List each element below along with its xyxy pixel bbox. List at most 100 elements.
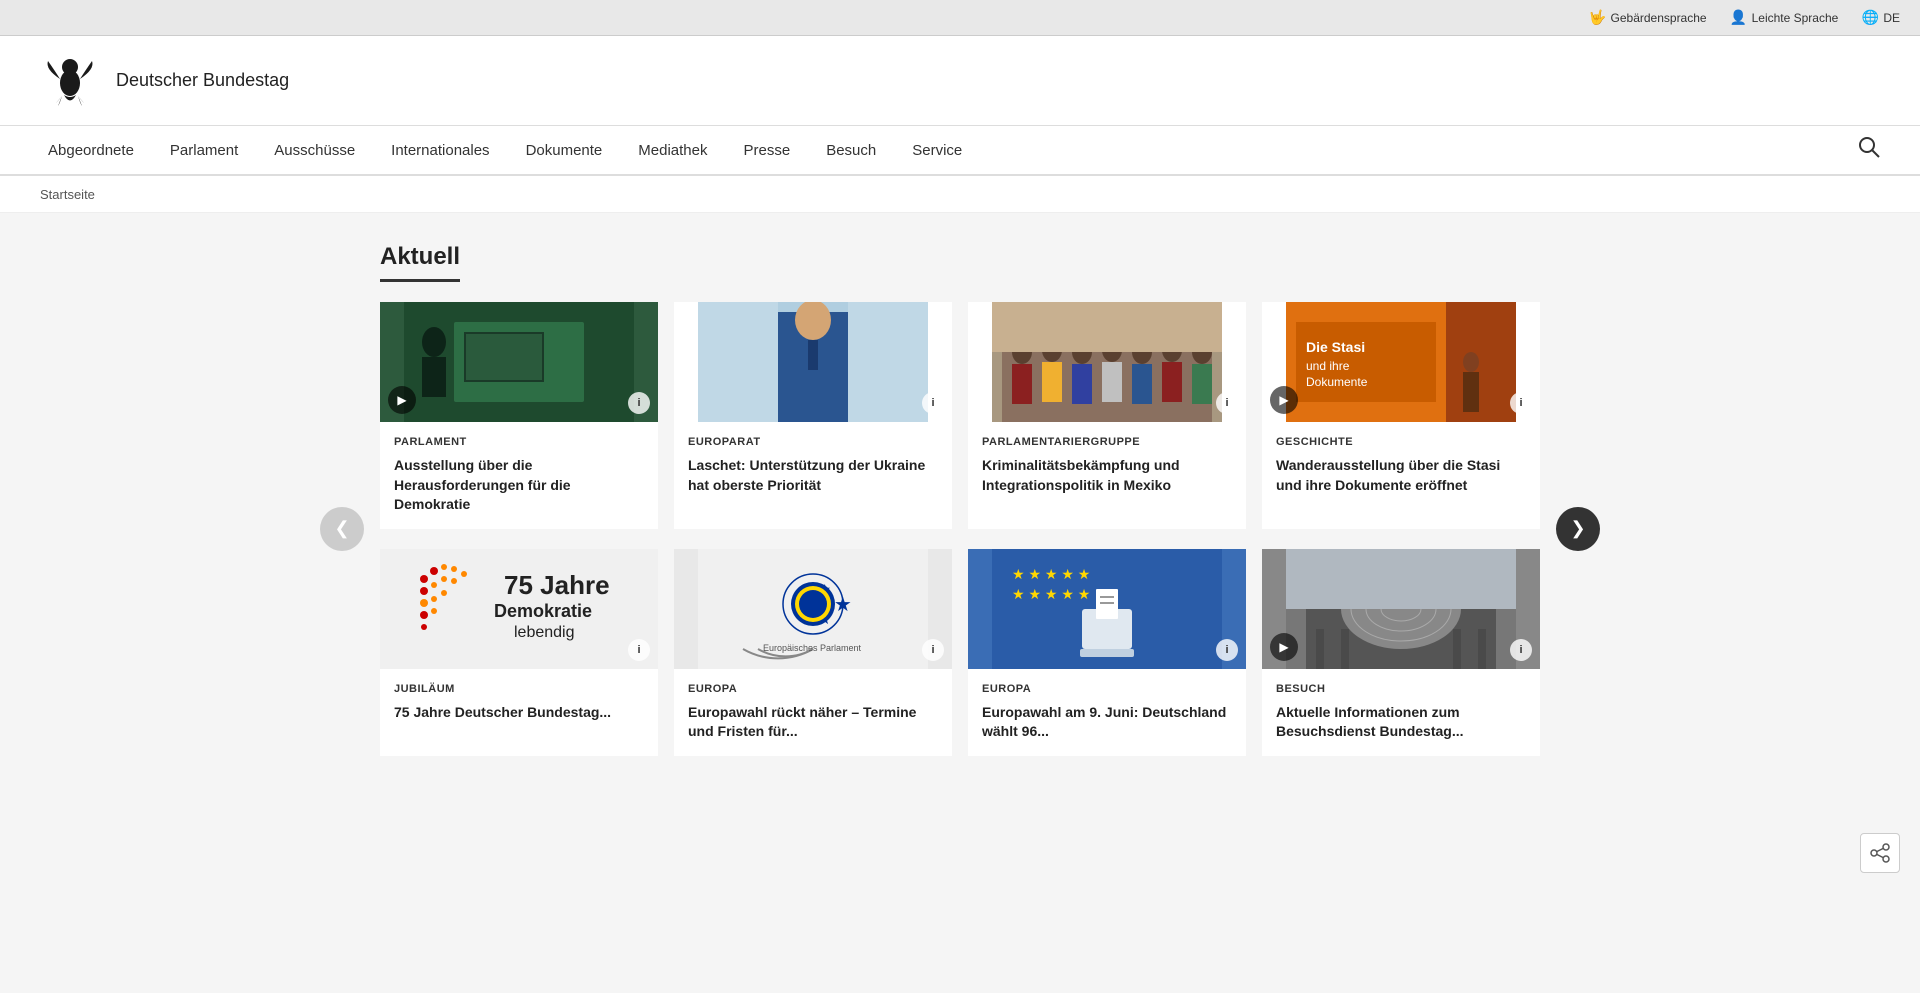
card-6-info-btn[interactable]: i: [922, 639, 944, 661]
card-5-category: Jubiläum: [394, 683, 644, 695]
logo-area[interactable]: Deutscher Bundestag: [40, 51, 289, 111]
nav-items: Abgeordnete Parlament Ausschüsse Interna…: [30, 125, 1848, 175]
nav-parlament[interactable]: Parlament: [152, 125, 256, 175]
card-2-title: Laschet: Unterstützung der Ukraine hat o…: [688, 456, 938, 495]
carousel-next-button[interactable]: ❯: [1556, 507, 1600, 551]
card-4-play-btn[interactable]: ▶: [1270, 386, 1298, 414]
card-5-image: 75 Jahre Demokratie lebendig: [380, 549, 658, 669]
card-8[interactable]: ▶ i Besuch Aktuelle Informationen zum Be…: [1262, 549, 1540, 756]
card-8-image: ▶ i: [1262, 549, 1540, 669]
cards-row-1: ▶ i Parlament Ausstellung über die Herau…: [380, 302, 1540, 529]
card-4-category: Geschichte: [1276, 436, 1526, 448]
nav-abgeordnete[interactable]: Abgeordnete: [30, 125, 152, 175]
card-4-title: Wanderausstellung über die Stasi und ihr…: [1276, 456, 1526, 495]
card-7-category: Europa: [982, 683, 1232, 695]
nav-internationales[interactable]: Internationales: [373, 125, 507, 175]
share-icon: [1870, 843, 1890, 863]
card-7-info-btn[interactable]: i: [1216, 639, 1238, 661]
main-nav: Abgeordnete Parlament Ausschüsse Interna…: [0, 126, 1920, 176]
card-7-image-svg: ★ ★ ★ ★ ★ ★ ★ ★ ★ ★: [968, 549, 1246, 669]
card-5[interactable]: 75 Jahre Demokratie lebendig: [380, 549, 658, 756]
card-4-image-svg: Die Stasi und ihre Dokumente: [1262, 302, 1540, 422]
card-3-image: i: [968, 302, 1246, 422]
breadcrumb-startseite[interactable]: Startseite: [40, 187, 95, 202]
card-1-image: ▶ i: [380, 302, 658, 422]
card-2-info-btn[interactable]: i: [922, 392, 944, 414]
card-3-info-btn[interactable]: i: [1216, 392, 1238, 414]
card-6-title: Europawahl rückt näher – Termine und Fri…: [688, 703, 938, 742]
card-6[interactable]: ★★★ ★ ★ ★ ★ Europäisches Parlament i Eur…: [674, 549, 952, 756]
nav-dokumente[interactable]: Dokumente: [508, 125, 621, 175]
card-3-body: Parlamentariergruppe Kriminalitätsbekämp…: [968, 422, 1246, 509]
globe-icon: 🌐: [1862, 10, 1878, 26]
card-2-image: i: [674, 302, 952, 422]
svg-text:★ ★ ★ ★ ★: ★ ★ ★ ★ ★: [1012, 586, 1090, 602]
card-6-body: Europa Europawahl rückt näher – Termine …: [674, 669, 952, 756]
carousel-prev-button[interactable]: ❮: [320, 507, 364, 551]
card-8-image-svg: [1262, 549, 1540, 669]
gebaerdensprache-icon: 🤟: [1590, 10, 1606, 26]
card-3-image-svg: [968, 302, 1246, 422]
leichte-sprache-label: Leichte Sprache: [1752, 11, 1839, 25]
card-3-title: Kriminalitätsbekämpfung und Integrations…: [982, 456, 1232, 495]
card-2-image-svg: [674, 302, 952, 422]
site-header: Deutscher Bundestag: [0, 36, 1920, 126]
card-5-image-svg: 75 Jahre Demokratie lebendig: [380, 549, 658, 669]
card-6-image: ★★★ ★ ★ ★ ★ Europäisches Parlament i: [674, 549, 952, 669]
svg-text:und ihre: und ihre: [1306, 359, 1350, 373]
card-4-info-btn[interactable]: i: [1510, 392, 1532, 414]
card-1-info-btn[interactable]: i: [628, 392, 650, 414]
share-button[interactable]: [1860, 833, 1900, 873]
card-3[interactable]: i Parlamentariergruppe Kriminalitätsbekä…: [968, 302, 1246, 529]
nav-service[interactable]: Service: [894, 125, 980, 175]
card-8-info-btn[interactable]: i: [1510, 639, 1532, 661]
main-content: Aktuell ❮: [360, 213, 1560, 806]
card-8-title: Aktuelle Informationen zum Besuchsdienst…: [1276, 703, 1526, 742]
nav-besuch[interactable]: Besuch: [808, 125, 894, 175]
nav-ausschuesse[interactable]: Ausschüsse: [256, 125, 373, 175]
gebaerdensprache-label: Gebärdensprache: [1611, 11, 1707, 25]
card-5-title: 75 Jahre Deutscher Bundestag...: [394, 703, 644, 723]
card-7[interactable]: ★ ★ ★ ★ ★ ★ ★ ★ ★ ★ i Europa: [968, 549, 1246, 756]
card-1-category: Parlament: [394, 436, 644, 448]
cards-row-2: 75 Jahre Demokratie lebendig: [380, 549, 1540, 756]
top-bar: 🤟 Gebärdensprache 👤 Leichte Sprache 🌐 DE: [0, 0, 1920, 36]
nav-mediathek[interactable]: Mediathek: [620, 125, 725, 175]
search-button[interactable]: [1848, 136, 1890, 164]
search-icon: [1858, 136, 1880, 158]
card-4-body: Geschichte Wanderausstellung über die St…: [1262, 422, 1540, 509]
card-1-image-svg: [380, 302, 658, 422]
section-title: Aktuell: [380, 243, 460, 282]
card-8-body: Besuch Aktuelle Informationen zum Besuch…: [1262, 669, 1540, 756]
card-1[interactable]: ▶ i Parlament Ausstellung über die Herau…: [380, 302, 658, 529]
svg-text:Demokratie: Demokratie: [494, 601, 592, 621]
card-2[interactable]: i Europarat Laschet: Unterstützung der U…: [674, 302, 952, 529]
card-8-play-btn[interactable]: ▶: [1270, 633, 1298, 661]
card-5-info-btn[interactable]: i: [628, 639, 650, 661]
gebaerdensprache-link[interactable]: 🤟 Gebärdensprache: [1590, 10, 1707, 26]
card-4[interactable]: Die Stasi und ihre Dokumente ▶ i Geschic…: [1262, 302, 1540, 529]
card-2-body: Europarat Laschet: Unterstützung der Ukr…: [674, 422, 952, 509]
leichte-sprache-icon: 👤: [1731, 10, 1747, 26]
card-1-body: Parlament Ausstellung über die Herausfor…: [380, 422, 658, 529]
card-8-category: Besuch: [1276, 683, 1526, 695]
chevron-left-icon: ❮: [334, 518, 349, 539]
card-7-image: ★ ★ ★ ★ ★ ★ ★ ★ ★ ★ i: [968, 549, 1246, 669]
breadcrumb: Startseite: [0, 176, 1920, 213]
svg-text:Europäisches Parlament: Europäisches Parlament: [763, 643, 862, 653]
card-3-category: Parlamentariergruppe: [982, 436, 1232, 448]
card-1-play-btn[interactable]: ▶: [388, 386, 416, 414]
card-7-body: Europa Europawahl am 9. Juni: Deutschlan…: [968, 669, 1246, 756]
site-title: Deutscher Bundestag: [116, 70, 289, 91]
bundestag-logo: [40, 51, 100, 111]
card-6-image-svg: ★★★ ★ ★ ★ ★ Europäisches Parlament: [674, 549, 952, 669]
svg-text:75 Jahre: 75 Jahre: [504, 570, 610, 600]
svg-text:Dokumente: Dokumente: [1306, 375, 1368, 389]
nav-presse[interactable]: Presse: [726, 125, 809, 175]
language-link[interactable]: 🌐 DE: [1862, 10, 1900, 26]
leichte-sprache-link[interactable]: 👤 Leichte Sprache: [1731, 10, 1839, 26]
card-4-image: Die Stasi und ihre Dokumente ▶ i: [1262, 302, 1540, 422]
chevron-right-icon: ❯: [1570, 518, 1585, 539]
carousel-wrapper: ❮ ▶: [380, 302, 1540, 756]
language-label: DE: [1883, 11, 1900, 25]
